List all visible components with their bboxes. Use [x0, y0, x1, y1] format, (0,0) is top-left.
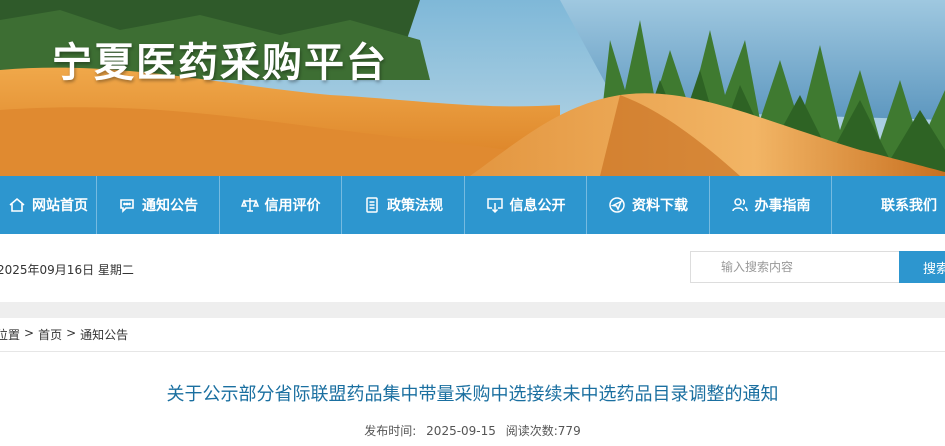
- site-title: 宁夏医药采购平台: [52, 40, 388, 86]
- nav-item-home[interactable]: 网站首页: [0, 176, 97, 234]
- search-input[interactable]: [690, 251, 900, 283]
- nav-item-label: 信息公开: [509, 198, 566, 214]
- nav-item-label: 信用评价: [264, 198, 321, 214]
- nav-item-policy[interactable]: 政策法规: [342, 176, 465, 234]
- nav-item-label: 网站首页: [32, 198, 88, 214]
- nav-item-label: 通知公告: [142, 198, 198, 214]
- send-icon: [608, 196, 626, 214]
- nav-item-disclosure[interactable]: 信息公开: [465, 176, 587, 234]
- publish-date: 2025-09-15: [426, 424, 496, 438]
- nav-item-label: 联系我们: [881, 198, 937, 214]
- nav-item-label: 办事指南: [754, 198, 811, 214]
- desert-landscape-image: [0, 0, 945, 176]
- breadcrumb: 位置 > 首页 > 通知公告: [0, 326, 128, 343]
- publish-time-label: 发布时间:: [364, 424, 417, 438]
- site-banner: 宁夏医药采购平台: [0, 0, 945, 176]
- main-nav: 网站首页 通知公告 信用评价 政策法规 信息公开 资料下载 办事指南 联系我们: [0, 176, 945, 234]
- current-date: 2025年09月16日 星期二: [0, 263, 134, 277]
- document-icon: [363, 196, 381, 214]
- breadcrumb-divider: [0, 351, 945, 352]
- article-title: 关于公示部分省际联盟药品集中带量采购中选接续未中选药品目录调整的通知: [166, 384, 779, 405]
- chat-icon: [118, 196, 136, 214]
- article-meta: 发布时间: 2025-09-15 阅读次数:779: [0, 422, 945, 439]
- nav-item-contact[interactable]: 联系我们: [832, 176, 945, 234]
- breadcrumb-separator: >: [66, 326, 77, 340]
- scale-icon: [240, 196, 259, 214]
- breadcrumb-notices-link[interactable]: 通知公告: [80, 326, 128, 343]
- breadcrumb-separator: >: [24, 326, 35, 340]
- breadcrumb-prefix: 位置: [0, 328, 21, 342]
- home-icon: [8, 196, 26, 214]
- nav-item-guide[interactable]: 办事指南: [710, 176, 832, 234]
- section-divider: [0, 302, 945, 318]
- users-icon: [731, 196, 749, 214]
- nav-item-downloads[interactable]: 资料下载: [587, 176, 710, 234]
- search-button[interactable]: 搜索: [899, 251, 945, 283]
- breadcrumb-home-link[interactable]: 首页: [38, 326, 62, 343]
- nav-item-label: 政策法规: [387, 198, 443, 214]
- views-label: 阅读次数:: [505, 424, 558, 438]
- nav-item-notices[interactable]: 通知公告: [97, 176, 220, 234]
- views-count: 779: [557, 424, 581, 438]
- monitor-download-icon: [486, 196, 504, 214]
- nav-item-label: 资料下载: [632, 198, 688, 214]
- nav-item-credit[interactable]: 信用评价: [220, 176, 342, 234]
